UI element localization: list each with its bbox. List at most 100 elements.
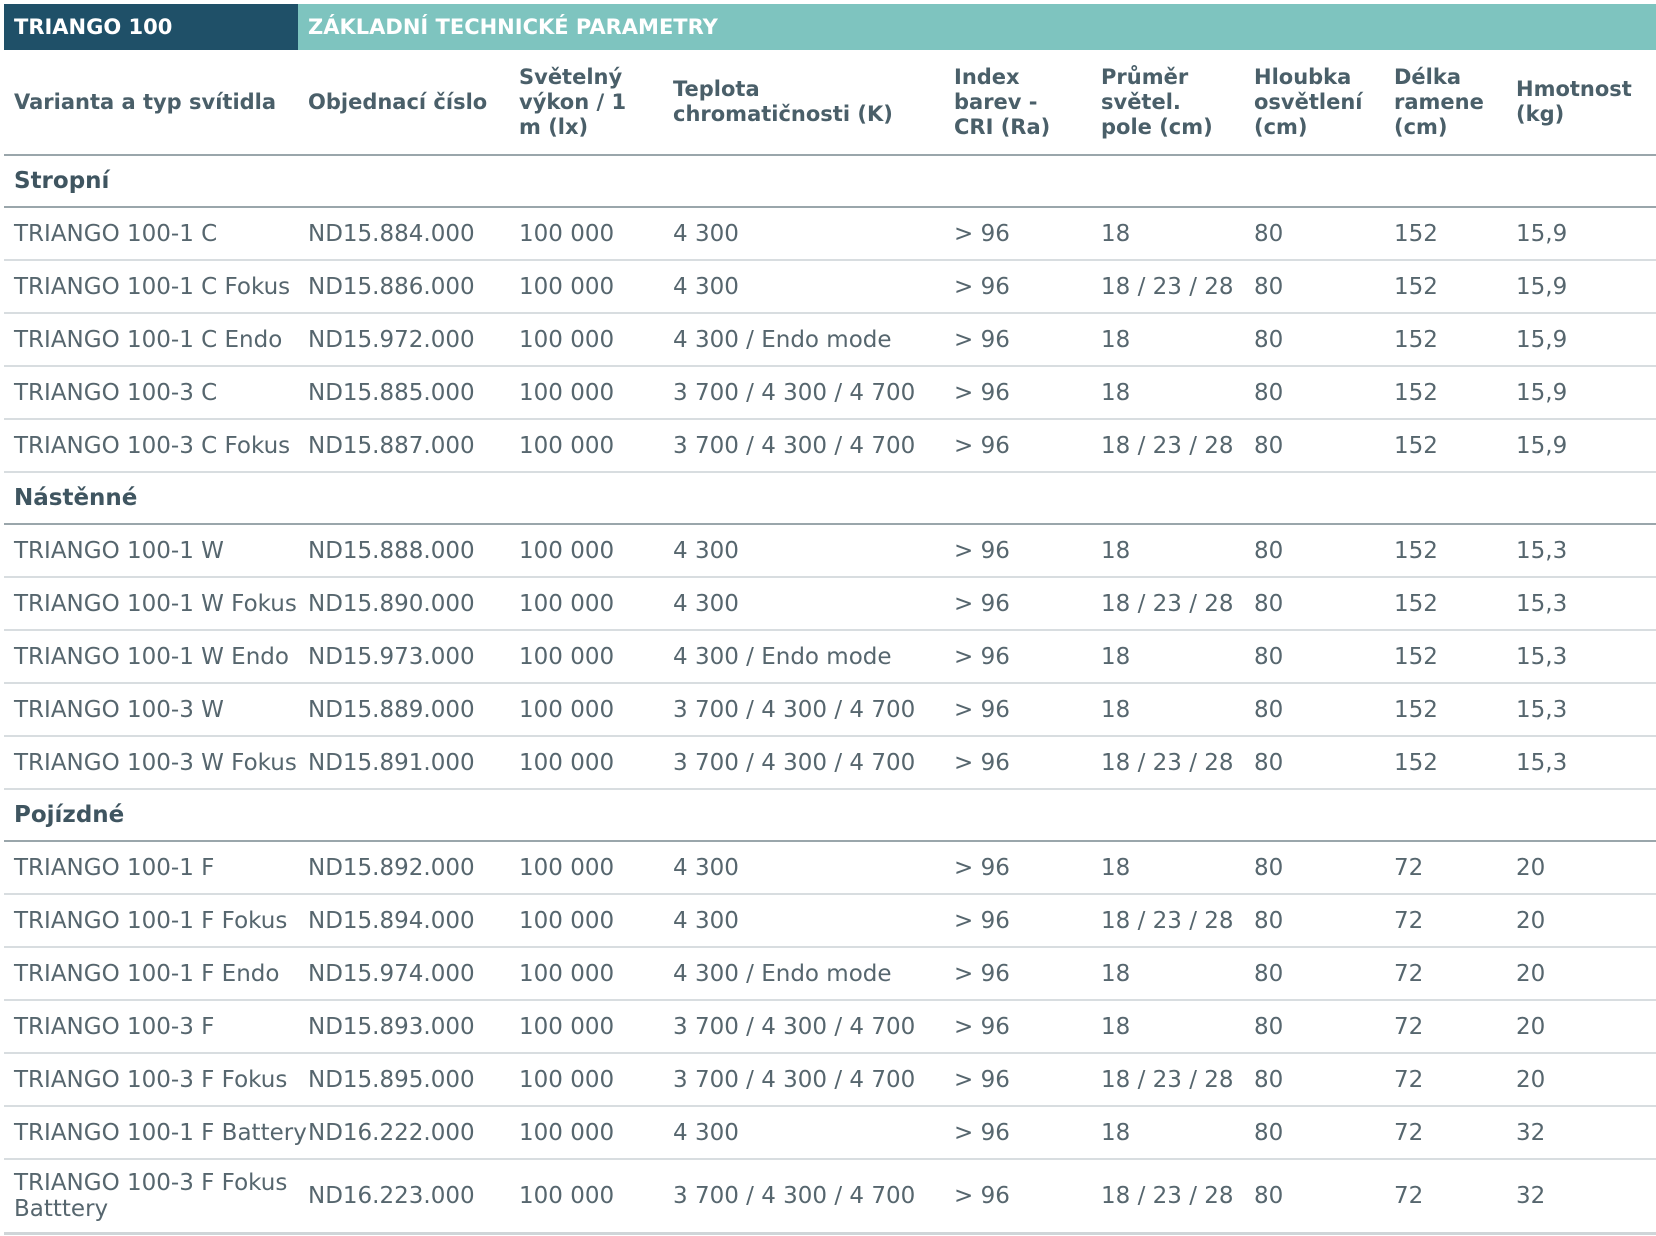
cell-arm-length: 72 [1384, 1000, 1506, 1054]
header-row: Varianta a typ svítidla Objednací číslo … [4, 50, 1656, 156]
cell-field-diameter: 18 / 23 / 28 [1091, 260, 1244, 314]
section-label: Pojízdné [4, 788, 1656, 842]
cell-depth: 80 [1244, 841, 1384, 895]
cell-color-temperature: 3 700 / 4 300 / 4 700 [663, 366, 944, 420]
cell-cri: > 96 [944, 1159, 1091, 1235]
cell-variant: TRIANGO 100-3 F Fokus Batttery [4, 1159, 298, 1235]
cell-depth: 80 [1244, 894, 1384, 948]
cell-color-temperature: 3 700 / 4 300 / 4 700 [663, 1000, 944, 1054]
header-light-output: Světelný výkon / 1 m (lx) [509, 50, 663, 156]
cell-field-diameter: 18 [1091, 683, 1244, 737]
cell-depth: 80 [1244, 207, 1384, 261]
table-body: Stropní TRIANGO 100-1 C ND15.884.000 100 00… [4, 155, 1656, 1235]
cell-depth: 80 [1244, 736, 1384, 790]
cell-light-output: 100 000 [509, 841, 663, 895]
cell-color-temperature: 4 300 [663, 524, 944, 578]
section-row: Pojízdné [4, 788, 1656, 842]
cell-variant: TRIANGO 100-1 C Endo [4, 313, 298, 367]
cell-arm-length: 152 [1384, 419, 1506, 473]
cell-cri: > 96 [944, 947, 1091, 1001]
cell-arm-length: 152 [1384, 577, 1506, 631]
cell-field-diameter: 18 [1091, 1106, 1244, 1160]
cell-arm-length: 152 [1384, 207, 1506, 261]
cell-variant: TRIANGO 100-3 F Fokus [4, 1053, 298, 1107]
cell-weight: 15,9 [1506, 260, 1656, 314]
cell-order-number: ND15.974.000 [298, 947, 509, 1001]
table-row: TRIANGO 100-3 C Fokus ND15.887.000 100 000… [4, 419, 1656, 473]
section-title: ZÁKLADNÍ TECHNICKÉ PARAMETRY [298, 4, 1656, 50]
cell-light-output: 100 000 [509, 683, 663, 737]
header-cri: Index barev - CRI (Ra) [944, 50, 1091, 156]
cell-variant: TRIANGO 100-1 C Fokus [4, 260, 298, 314]
spec-sheet: TRIANGO 100 ZÁKLADNÍ TECHNICKÉ PARAMETRY… [4, 4, 1656, 1235]
cell-order-number: ND15.893.000 [298, 1000, 509, 1054]
cell-depth: 80 [1244, 1053, 1384, 1107]
cell-arm-length: 72 [1384, 1106, 1506, 1160]
cell-light-output: 100 000 [509, 260, 663, 314]
cell-color-temperature: 4 300 / Endo mode [663, 947, 944, 1001]
cell-cri: > 96 [944, 313, 1091, 367]
cell-order-number: ND15.972.000 [298, 313, 509, 367]
cell-field-diameter: 18 [1091, 313, 1244, 367]
cell-color-temperature: 4 300 / Endo mode [663, 630, 944, 684]
cell-weight: 20 [1506, 947, 1656, 1001]
cell-cri: > 96 [944, 630, 1091, 684]
cell-field-diameter: 18 / 23 / 28 [1091, 736, 1244, 790]
cell-color-temperature: 3 700 / 4 300 / 4 700 [663, 683, 944, 737]
cell-color-temperature: 3 700 / 4 300 / 4 700 [663, 1159, 944, 1235]
cell-variant: TRIANGO 100-1 F [4, 841, 298, 895]
cell-order-number: ND15.889.000 [298, 683, 509, 737]
cell-variant: TRIANGO 100-3 W [4, 683, 298, 737]
table-row: TRIANGO 100-1 W ND15.888.000 100 000 4 300 >… [4, 524, 1656, 578]
cell-weight: 20 [1506, 1053, 1656, 1107]
cell-weight: 20 [1506, 1000, 1656, 1054]
cell-cri: > 96 [944, 736, 1091, 790]
cell-order-number: ND16.223.000 [298, 1159, 509, 1235]
cell-color-temperature: 4 300 [663, 207, 944, 261]
header-depth: Hloubka osvětlení (cm) [1244, 50, 1384, 156]
cell-weight: 15,3 [1506, 577, 1656, 631]
cell-variant: TRIANGO 100-1 F Fokus [4, 894, 298, 948]
cell-cri: > 96 [944, 1000, 1091, 1054]
table-row: TRIANGO 100-3 W Fokus ND15.891.000 100 000… [4, 736, 1656, 790]
cell-light-output: 100 000 [509, 1000, 663, 1054]
cell-cri: > 96 [944, 683, 1091, 737]
cell-variant: TRIANGO 100-1 W Fokus [4, 577, 298, 631]
cell-weight: 15,9 [1506, 313, 1656, 367]
cell-weight: 15,3 [1506, 524, 1656, 578]
section-row: Stropní [4, 155, 1656, 208]
cell-variant: TRIANGO 100-3 C [4, 366, 298, 420]
cell-field-diameter: 18 [1091, 947, 1244, 1001]
cell-variant: TRIANGO 100-1 C [4, 207, 298, 261]
parameters-table: Varianta a typ svítidla Objednací číslo … [4, 50, 1656, 1235]
cell-weight: 15,9 [1506, 366, 1656, 420]
cell-light-output: 100 000 [509, 894, 663, 948]
header-arm-length: Délka ramene (cm) [1384, 50, 1506, 156]
section-label: Nástěnné [4, 471, 1656, 525]
cell-color-temperature: 4 300 [663, 841, 944, 895]
cell-order-number: ND15.895.000 [298, 1053, 509, 1107]
cell-light-output: 100 000 [509, 1053, 663, 1107]
cell-order-number: ND15.888.000 [298, 524, 509, 578]
cell-cri: > 96 [944, 577, 1091, 631]
cell-depth: 80 [1244, 1159, 1384, 1235]
cell-light-output: 100 000 [509, 207, 663, 261]
cell-order-number: ND15.890.000 [298, 577, 509, 631]
cell-weight: 20 [1506, 894, 1656, 948]
cell-depth: 80 [1244, 947, 1384, 1001]
cell-depth: 80 [1244, 1000, 1384, 1054]
table-row: TRIANGO 100-3 F ND15.893.000 100 000 3 700 … [4, 1000, 1656, 1054]
table-row: TRIANGO 100-1 W Endo ND15.973.000 100 000 4… [4, 630, 1656, 684]
cell-light-output: 100 000 [509, 1106, 663, 1160]
cell-arm-length: 72 [1384, 1159, 1506, 1235]
table-row: TRIANGO 100-1 F Fokus ND15.894.000 100 000… [4, 894, 1656, 948]
cell-color-temperature: 4 300 [663, 1106, 944, 1160]
cell-color-temperature: 3 700 / 4 300 / 4 700 [663, 1053, 944, 1107]
cell-light-output: 100 000 [509, 313, 663, 367]
cell-depth: 80 [1244, 524, 1384, 578]
cell-weight: 15,3 [1506, 630, 1656, 684]
table-row: TRIANGO 100-1 C Fokus ND15.886.000 100 000… [4, 260, 1656, 314]
cell-color-temperature: 4 300 [663, 577, 944, 631]
cell-weight: 32 [1506, 1159, 1656, 1235]
cell-arm-length: 72 [1384, 841, 1506, 895]
